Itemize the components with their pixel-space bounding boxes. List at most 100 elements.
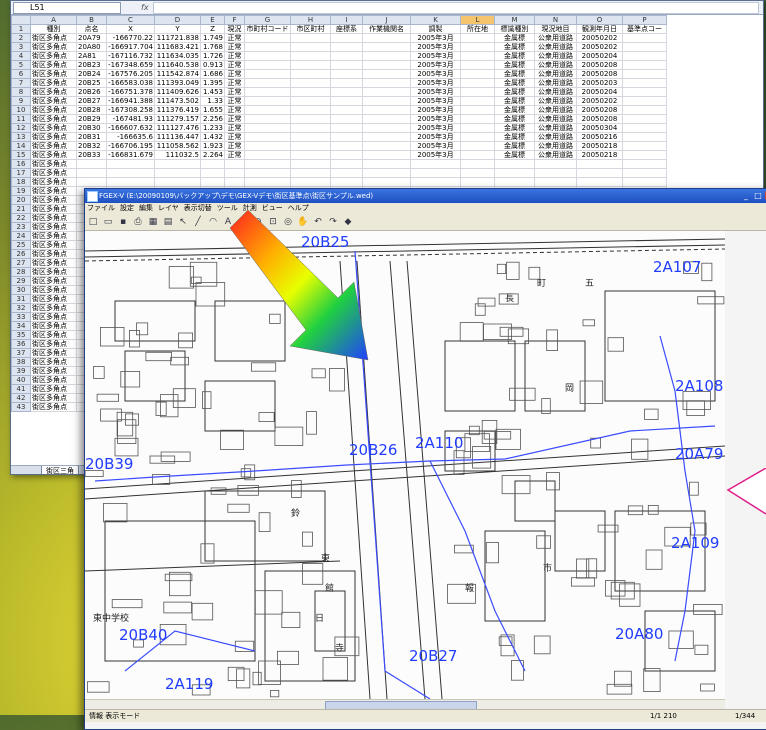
cell[interactable]: 20050216	[576, 132, 623, 142]
cell[interactable]	[362, 87, 411, 97]
cell[interactable]	[622, 78, 667, 88]
cell[interactable]: 公衆用道路	[534, 33, 577, 43]
cell[interactable]: 街区多角点	[30, 114, 77, 124]
cell[interactable]	[622, 150, 667, 160]
title-bar[interactable]: FGEX-V (E:\20090109\バックアップ\デモ\GEX-Vデモ\街区…	[85, 189, 766, 203]
row-header[interactable]: 19	[11, 186, 31, 196]
cell[interactable]: 2005年3月	[410, 33, 461, 43]
row-header[interactable]: 39	[11, 366, 31, 376]
row-header[interactable]: 37	[11, 348, 31, 358]
cell[interactable]	[494, 168, 535, 178]
column-header-P[interactable]: P	[622, 15, 667, 25]
cell[interactable]: 公衆用道路	[534, 105, 577, 115]
column-header-B[interactable]: B	[76, 15, 107, 25]
cell[interactable]	[622, 51, 667, 61]
cell[interactable]: 1.395	[200, 78, 225, 88]
cell[interactable]	[244, 105, 291, 115]
cell[interactable]	[330, 150, 363, 160]
row-header[interactable]: 15	[11, 150, 31, 160]
cell[interactable]	[290, 123, 331, 133]
cell[interactable]	[362, 159, 411, 169]
cell[interactable]: 街区多角点	[30, 357, 77, 367]
row-header[interactable]: 27	[11, 258, 31, 268]
cell[interactable]: 金属標	[494, 150, 535, 160]
column-header-C[interactable]: C	[106, 15, 155, 25]
cell[interactable]: 111376.419	[154, 105, 201, 115]
cell[interactable]	[244, 78, 291, 88]
cell[interactable]: 2.264	[200, 150, 225, 160]
cell[interactable]	[362, 69, 411, 79]
survey-point-label[interactable]: 20B27	[409, 647, 457, 665]
cell[interactable]	[244, 177, 291, 187]
cell[interactable]: 金属標	[494, 105, 535, 115]
cell[interactable]	[362, 150, 411, 160]
corner-cell[interactable]	[11, 15, 31, 25]
cell[interactable]: Y	[154, 24, 201, 34]
cell[interactable]: 街区多角点	[30, 348, 77, 358]
cell[interactable]	[106, 159, 155, 169]
column-header-M[interactable]: M	[494, 15, 535, 25]
cell[interactable]: 2A81	[76, 51, 107, 61]
cell[interactable]: 20B30	[76, 123, 107, 133]
cell[interactable]	[460, 141, 495, 151]
cell[interactable]	[622, 114, 667, 124]
cell[interactable]	[330, 168, 363, 178]
survey-point-label[interactable]: 20B40	[119, 626, 167, 644]
cell[interactable]: 111409.626	[154, 87, 201, 97]
cell[interactable]: 街区多角点	[30, 393, 77, 403]
cell[interactable]: 街区多角点	[30, 132, 77, 142]
cell[interactable]: 2005年3月	[410, 123, 461, 133]
cell[interactable]: 街区多角点	[30, 105, 77, 115]
cell[interactable]: 金属標	[494, 60, 535, 70]
cell[interactable]	[622, 69, 667, 79]
cell[interactable]: 2005年3月	[410, 78, 461, 88]
cell[interactable]: 111032.5	[154, 150, 201, 160]
print-icon[interactable]: ⎙	[132, 216, 144, 228]
cell[interactable]: 111683.421	[154, 42, 201, 52]
row-header[interactable]: 2	[11, 33, 31, 43]
column-header-E[interactable]: E	[200, 15, 225, 25]
row-header[interactable]: 10	[11, 105, 31, 115]
cell[interactable]: 街区多角点	[30, 141, 77, 151]
cell[interactable]	[244, 132, 291, 142]
cell[interactable]: 街区多角点	[30, 375, 77, 385]
row-header[interactable]: 20	[11, 195, 31, 205]
row-header[interactable]: 9	[11, 96, 31, 106]
cell[interactable]: 街区多角点	[30, 150, 77, 160]
row-header[interactable]: 6	[11, 69, 31, 79]
cell[interactable]	[224, 168, 245, 178]
cell[interactable]	[362, 60, 411, 70]
cell[interactable]: -166831.679	[106, 150, 155, 160]
cell[interactable]	[622, 105, 667, 115]
cell[interactable]: 2005年3月	[410, 150, 461, 160]
menu-item[interactable]: レイヤ	[158, 204, 179, 212]
row-header[interactable]: 43	[11, 402, 31, 412]
cell[interactable]: 20050202	[576, 42, 623, 52]
cell[interactable]	[290, 33, 331, 43]
column-header-F[interactable]: F	[224, 15, 245, 25]
cell[interactable]	[460, 159, 495, 169]
cell[interactable]	[330, 123, 363, 133]
row-header[interactable]: 4	[11, 51, 31, 61]
cell[interactable]	[576, 159, 623, 169]
cell[interactable]: 金属標	[494, 42, 535, 52]
cell[interactable]	[154, 168, 201, 178]
row-header[interactable]: 30	[11, 285, 31, 295]
cell[interactable]	[362, 78, 411, 88]
cell[interactable]	[410, 177, 461, 187]
cell[interactable]	[622, 87, 667, 97]
cell[interactable]: 20B26	[76, 87, 107, 97]
cell[interactable]: 街区多角点	[30, 258, 77, 268]
cell[interactable]: 街区多角点	[30, 177, 77, 187]
cell[interactable]: 金属標	[494, 114, 535, 124]
row-header[interactable]: 12	[11, 123, 31, 133]
cell[interactable]: 20A79	[76, 33, 107, 43]
cell[interactable]	[244, 51, 291, 61]
cell[interactable]	[460, 168, 495, 178]
cell[interactable]: 正常	[224, 60, 245, 70]
row-header[interactable]: 38	[11, 357, 31, 367]
cell[interactable]: 111634.035	[154, 51, 201, 61]
row-header[interactable]: 35	[11, 330, 31, 340]
cell[interactable]: -166770.22	[106, 33, 155, 43]
cell[interactable]: 街区多角点	[30, 51, 77, 61]
